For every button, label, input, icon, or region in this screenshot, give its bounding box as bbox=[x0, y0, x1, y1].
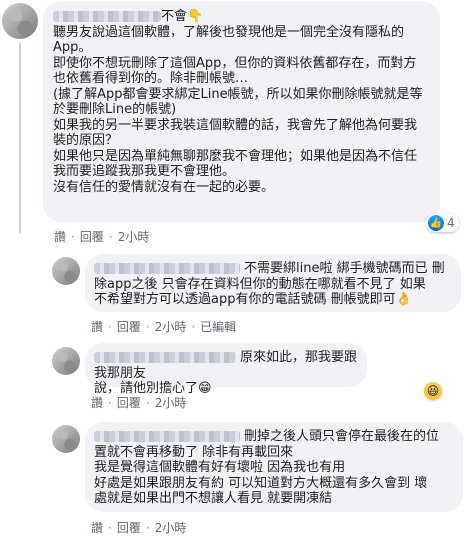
comment-line: 也依舊看得到你的。除非刪帳號… bbox=[53, 71, 249, 86]
reaction-summary[interactable]: 👍 4 bbox=[426, 214, 459, 232]
comment-line: 如果他只是因為單純無聊那麼我不會理他；如果他是因為不信任 bbox=[53, 148, 418, 164]
comment-actions: 讚 · 回覆 · 2小時 bbox=[91, 394, 187, 411]
comment-body: 聽男友說過這個軟體，了解後也發現他是一個完全沒有隱私的 App。 即使你不想玩刪除了… bbox=[53, 25, 432, 196]
comment-text: 刪掉之後人頭只會停在最後在的位 bbox=[244, 429, 440, 444]
like-link[interactable]: 讚 bbox=[91, 394, 103, 411]
reply-link[interactable]: 回覆 bbox=[117, 394, 141, 411]
comment-body: 原來如此，那我要跟我那朋友 說，請他別擔心了😁 bbox=[94, 350, 359, 397]
like-link[interactable]: 讚 bbox=[54, 228, 66, 245]
timestamp[interactable]: 2小時 bbox=[155, 318, 187, 335]
comment-line: 裝的原因？ bbox=[53, 133, 119, 148]
comment-line: (據了解App都會要求綁定Line帳號，所以如果你刪除帳號就是等 bbox=[53, 86, 423, 102]
comment-line: 沒有信任的愛情就沒有在一起的必要。 bbox=[53, 179, 275, 195]
comment-actions: 讚 · 回覆 · 2小時 · 已編輯 bbox=[91, 318, 237, 335]
author-name[interactable] bbox=[53, 11, 161, 22]
comment-text: 不需要綁line啦 綁手機號碼而已 刪 bbox=[244, 261, 445, 276]
comment-line: 於要刪除Line的帳號) bbox=[53, 102, 177, 117]
avatar[interactable] bbox=[52, 425, 80, 453]
thread-line bbox=[19, 43, 21, 233]
comment-bubble: 刪掉之後人頭只會停在最後在的位 置就不會再移動了 除非有再載回來 我是覺得這個軟體有… bbox=[85, 422, 463, 512]
comment-line: 原來如此，那我要跟我那朋友 bbox=[94, 350, 359, 381]
author-name[interactable] bbox=[94, 263, 240, 274]
reply-link[interactable]: 回覆 bbox=[117, 318, 141, 335]
comment-actions: 讚 · 回覆 · 2小時 bbox=[54, 228, 150, 245]
comment-line: 置就不會再移動了 除非有再載回來 bbox=[94, 444, 294, 460]
comment-actions: 讚 · 回覆 · 2小時 bbox=[91, 519, 187, 536]
avatar[interactable] bbox=[52, 257, 80, 285]
haha-icon[interactable]: 😆 bbox=[424, 382, 442, 400]
comment-bubble: 不會👇 聽男友說過這個軟體，了解後也發現他是一個完全沒有隱私的 App。 即使你不想… bbox=[43, 1, 440, 222]
comment-line: 處就是如果出門不想讓人看見 就要開凍結 bbox=[94, 491, 333, 506]
comment-bubble: 原來如此，那我要跟我那朋友 說，請他別擔心了😁 bbox=[85, 343, 367, 396]
comment-line: 不希望對方可以透過app有你的電話號碼 刪帳號即可👌 bbox=[94, 292, 412, 307]
reply-link[interactable]: 回覆 bbox=[80, 228, 104, 245]
reply-link[interactable]: 回覆 bbox=[117, 519, 141, 536]
edited-label[interactable]: 已編輯 bbox=[200, 318, 236, 335]
timestamp[interactable]: 2小時 bbox=[155, 519, 187, 536]
timestamp[interactable]: 2小時 bbox=[155, 394, 187, 411]
comment-line: 除app之後 只會存在資料但你的動態在哪就看不見了 如果 bbox=[94, 276, 426, 292]
comment-bubble: 不需要綁line啦 綁手機號碼而已 刪除app之後 只會存在資料但你的動態在哪就… bbox=[85, 254, 461, 312]
comment-line: 我而要追蹤我那我更不會理他。 bbox=[53, 164, 236, 179]
comment-line: 如果我的另一半要求我裝這個軟體的話，我會先了解他為何要我 bbox=[53, 117, 418, 133]
comment-line: 刪掉之後人頭只會停在最後在的位 bbox=[94, 429, 457, 445]
comment-line: 不需要綁line啦 綁手機號碼而已 刪 bbox=[94, 261, 453, 277]
comment-line: App。 bbox=[53, 40, 92, 55]
author-name[interactable] bbox=[94, 431, 240, 442]
author-name[interactable] bbox=[94, 352, 236, 363]
comment-text: 不會👇 bbox=[161, 9, 204, 24]
like-link[interactable]: 讚 bbox=[91, 519, 103, 536]
like-icon: 👍 bbox=[428, 215, 444, 231]
comment-line: 我是覺得這個軟體有好有壞啦 因為我也有用 bbox=[94, 460, 346, 475]
comment-line: 聽男友說過這個軟體，了解後也發現他是一個完全沒有隱私的 bbox=[53, 24, 405, 40]
avatar[interactable] bbox=[2, 3, 38, 39]
comment-body: 刪掉之後人頭只會停在最後在的位 置就不會再移動了 除非有再載回來 我是覺得這個軟體有… bbox=[94, 429, 457, 507]
avatar[interactable] bbox=[52, 347, 80, 375]
comment-line: 好處是如果跟朋友有約 可以知道對方大概還有多久會到 壞 bbox=[94, 475, 428, 491]
comment-header: 不會👇 bbox=[53, 9, 432, 25]
comment-line: 即使你不想玩刪除了這個App，但你的資料依舊都存在，而對方 bbox=[53, 55, 417, 71]
like-link[interactable]: 讚 bbox=[91, 318, 103, 335]
timestamp[interactable]: 2小時 bbox=[118, 228, 150, 245]
reaction-count: 4 bbox=[447, 216, 455, 230]
comment-body: 不需要綁line啦 綁手機號碼而已 刪除app之後 只會存在資料但你的動態在哪就… bbox=[94, 261, 453, 308]
